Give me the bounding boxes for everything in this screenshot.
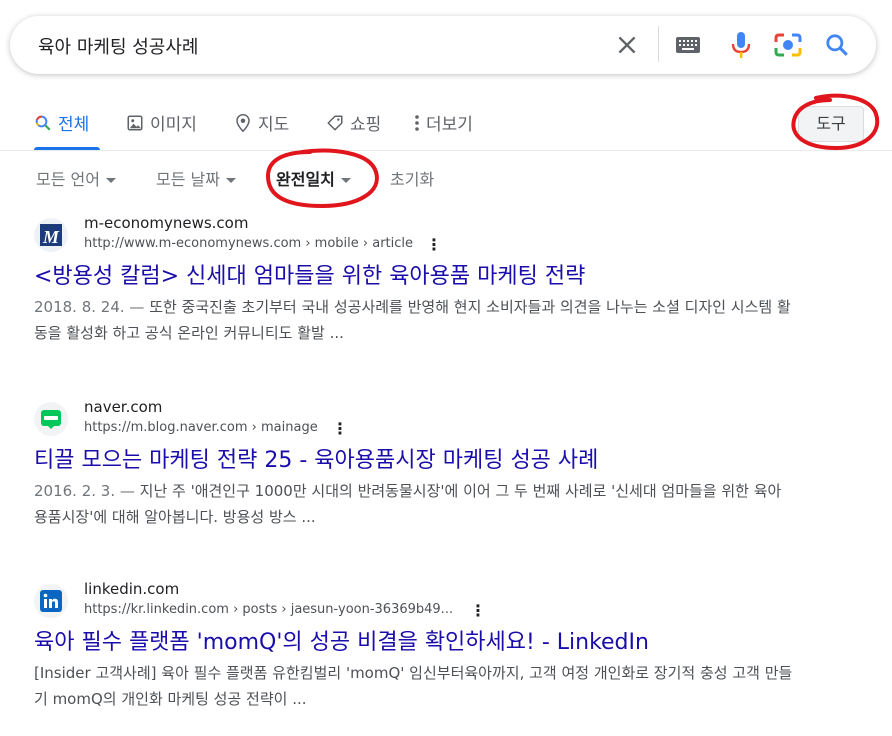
map-pin-icon (236, 113, 250, 132)
search-icon (35, 115, 51, 130)
search-icon[interactable] (824, 32, 850, 58)
tab-label: 쇼핑 (350, 115, 382, 135)
caret-down-icon (225, 178, 236, 183)
search-bar[interactable]: 육아 마케팅 성공사례 (10, 16, 876, 74)
caret-down-icon (105, 178, 116, 183)
result-snippet: 2016. 2. 3. — 지난 주 '애견인구 1000만 시대의 반려동물시… (34, 478, 794, 530)
tab-label: 더보기 (426, 115, 473, 135)
divider (658, 26, 659, 62)
filter-date[interactable]: 모든 날짜 (156, 166, 236, 190)
search-result: M m-economynews.com http://www.m-economy… (34, 214, 794, 364)
tag-icon (327, 115, 343, 130)
active-tab-indicator (34, 147, 100, 150)
result-title-link[interactable]: <방용성 칼럼> 신세대 엄마들을 위한 육아용품 마케팅 전략 (34, 258, 585, 290)
favicon (34, 402, 68, 436)
result-site-name: linkedin.com (84, 580, 180, 598)
search-input[interactable]: 육아 마케팅 성공사례 (38, 33, 198, 59)
tab-label: 지도 (258, 115, 290, 135)
favicon: M (34, 218, 68, 252)
naver-blog-logo-icon (41, 410, 61, 429)
result-snippet: 2018. 8. 24. — 또한 중국진출 초기부터 국내 성공사례를 반영해… (34, 294, 794, 346)
svg-text:M: M (42, 227, 60, 246)
tab-more[interactable]: 더보기 (414, 110, 473, 135)
more-vert-icon (415, 114, 419, 131)
more-options-icon[interactable]: ⋮ (470, 602, 486, 620)
result-title-link[interactable]: 티끌 모으는 마케팅 전략 25 - 육아용품시장 마케팅 성공 사례 (34, 442, 598, 474)
filter-label: 모든 날짜 (156, 170, 220, 189)
search-result: naver.com https://m.blog.naver.com › mai… (34, 398, 794, 548)
tab-all[interactable]: 전체 (34, 110, 89, 135)
result-date: 2018. 8. 24. — (34, 298, 150, 316)
filter-label: 완전일치 (276, 170, 335, 189)
more-options-icon[interactable]: ⋮ (332, 420, 348, 438)
result-title-link[interactable]: 육아 필수 플랫폼 'momQ'의 성공 비결을 확인하세요! - Linked… (34, 624, 649, 656)
close-icon[interactable] (614, 32, 640, 58)
result-snippet-text: [Insider 고객사례] 육아 필수 플랫폼 유한킴벌리 'momQ' 임신… (34, 664, 793, 708)
tab-maps[interactable]: 지도 (234, 110, 289, 135)
filter-language[interactable]: 모든 언어 (36, 166, 116, 190)
m-economynews-logo-icon: M (40, 224, 62, 246)
filter-label: 초기화 (390, 170, 435, 189)
more-options-icon[interactable]: ⋮ (426, 236, 442, 254)
result-url[interactable]: https://kr.linkedin.com › posts › jaesun… (84, 602, 453, 617)
result-snippet: [Insider 고객사례] 육아 필수 플랫폼 유한킴벌리 'momQ' 임신… (34, 660, 794, 712)
result-site-name: naver.com (84, 398, 163, 416)
result-url[interactable]: https://m.blog.naver.com › mainage (84, 420, 318, 435)
caret-down-icon (340, 178, 351, 183)
microphone-icon[interactable] (730, 30, 752, 60)
tab-label: 전체 (58, 115, 90, 135)
result-snippet-text: 지난 주 '애견인구 1000만 시대의 반려동물시장'에 이어 그 두 번째 … (34, 482, 782, 526)
result-url[interactable]: http://www.m-economynews.com › mobile › … (84, 236, 413, 251)
search-result: linkedin.com https://kr.linkedin.com › p… (34, 580, 794, 730)
filter-exact-match[interactable]: 완전일치 (276, 166, 351, 190)
image-icon (127, 115, 143, 130)
tools-button[interactable]: 도구 (798, 106, 864, 142)
filter-bar: 모든 언어 모든 날짜 완전일치 초기화 (0, 160, 892, 196)
linkedin-logo-icon (40, 590, 62, 612)
result-date: 2016. 2. 3. — (34, 482, 140, 500)
favicon (34, 584, 68, 618)
tab-images[interactable]: 이미지 (126, 110, 197, 135)
keyboard-icon[interactable] (675, 36, 701, 54)
camera-lens-icon[interactable] (774, 32, 802, 58)
tab-shopping[interactable]: 쇼핑 (326, 110, 381, 135)
result-site-name: m-economynews.com (84, 214, 249, 232)
search-tabs: 전체 이미지 지도 쇼핑 더보기 (0, 104, 892, 151)
filter-reset[interactable]: 초기화 (390, 166, 434, 190)
filter-label: 모든 언어 (36, 170, 100, 189)
tab-label: 이미지 (150, 115, 197, 135)
